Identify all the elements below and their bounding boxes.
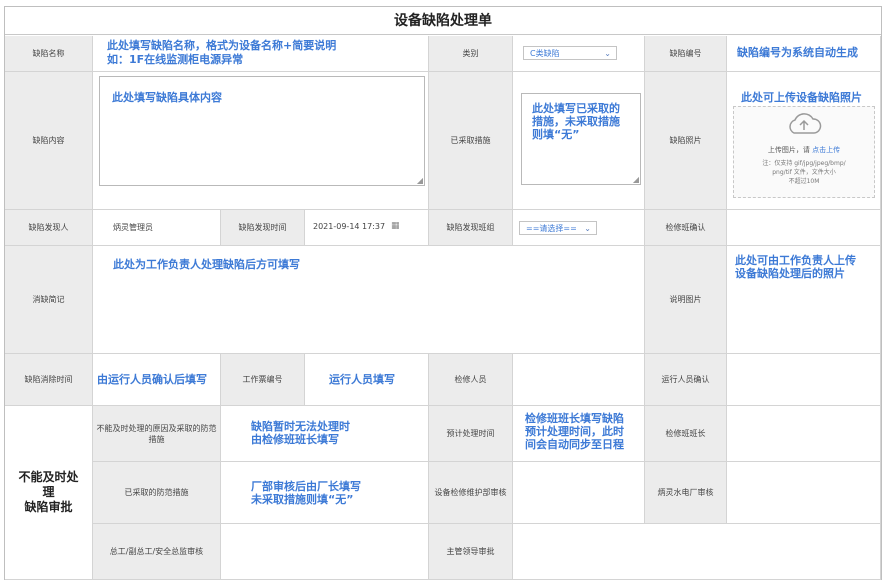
explain-photo-field[interactable]: 此处可由工作负责人上传 设备缺陷处理后的照片 [727, 246, 881, 354]
upload-note: 注：仅支持 gif/jpg/jpeg/bmp/ png/tif 文件，文件大小 … [762, 160, 846, 185]
explain-photo-label: 说明图片 [645, 246, 727, 354]
measures-hint-2: 措施，未采取措施 [532, 115, 620, 128]
chevron-down-icon: ⌄ [584, 224, 591, 233]
taken-measures-hint-1: 厂部审核后由厂长填写 [251, 480, 361, 493]
defect-content-textarea[interactable]: 此处填写缺陷具体内容 ◢ [99, 76, 425, 186]
dept-review-field[interactable] [513, 462, 645, 524]
explain-photo-hint-2: 设备缺陷处理后的照片 [735, 267, 845, 280]
reason-hint-1: 缺陷暂时无法处理时 [251, 420, 350, 433]
taken-measures-label: 已采取的防范措施 [93, 462, 221, 524]
find-team-label: 缺陷发现班组 [429, 210, 513, 246]
type-cell: C类缺陷 ⌄ [513, 36, 645, 72]
plan-time-hint-3: 间会自动同步至日程 [525, 438, 624, 451]
eliminate-time-field[interactable]: 由运行人员确认后填写 [93, 354, 221, 406]
chief-review-field[interactable] [221, 524, 429, 580]
approval-section-title: 不能及时处 理 缺陷审批 [5, 406, 93, 580]
photo-upload-area[interactable]: 上传图片，请 点击上传 注：仅支持 gif/jpg/jpeg/bmp/ png/… [733, 106, 875, 198]
eliminate-time-hint: 由运行人员确认后填写 [97, 373, 207, 386]
type-label: 类别 [429, 36, 513, 72]
plan-time-hint-2: 预计处理时间，此时 [525, 425, 624, 438]
reason-field[interactable]: 缺陷暂时无法处理时 由检修班班长填写 [221, 406, 429, 462]
upload-link[interactable]: 点击上传 [812, 146, 840, 154]
ticket-no-label: 工作票编号 [221, 354, 305, 406]
find-time-cell: 2021-09-14 17:37 ▦ [305, 210, 429, 246]
ticket-no-field[interactable]: 运行人员填写 [305, 354, 429, 406]
measures-hint-3: 则填“无” [532, 128, 580, 141]
operator-confirm-label: 运行人员确认 [645, 354, 727, 406]
reason-hint-2: 由检修班班长填写 [251, 433, 339, 446]
type-select[interactable]: C类缺陷 ⌄ [523, 46, 617, 60]
measures-cell: 此处填写已采取的 措施，未采取措施 则填“无” ◢ [513, 72, 645, 210]
operator-confirm-field[interactable] [727, 354, 881, 406]
plan-time-hint-1: 检修班班长填写缺陷 [525, 412, 624, 425]
defect-content-hint: 此处填写缺陷具体内容 [112, 91, 222, 104]
defect-code-field: 缺陷编号为系统自动生成 [727, 36, 881, 72]
team-leader-label: 检修班班长 [645, 406, 727, 462]
upload-text-row: 上传图片，请 点击上传 [767, 146, 841, 154]
supervisor-approval-field[interactable] [513, 524, 881, 580]
cloud-upload-icon [789, 113, 822, 134]
explain-photo-hint-1: 此处可由工作负责人上传 [735, 254, 856, 267]
defect-photo-cell: 此处可上传设备缺陷照片 上传图片，请 点击上传 注：仅支持 gif/jpg/jp… [727, 72, 881, 210]
defect-photo-hint: 此处可上传设备缺陷照片 [741, 91, 862, 104]
defect-name-field[interactable]: 此处填写缺陷名称，格式为设备名称+简要说明 如：1F在线监测柜电源异常 [93, 36, 429, 72]
taken-measures-hint-2: 未采取措施则填“无” [251, 493, 354, 506]
measures-label: 已采取措施 [429, 72, 513, 210]
plan-time-field[interactable]: 检修班班长填写缺陷 预计处理时间，此时 间会自动同步至日程 [513, 406, 645, 462]
repair-staff-label: 检修人员 [429, 354, 513, 406]
repair-staff-field[interactable] [513, 354, 645, 406]
defect-code-label: 缺陷编号 [645, 36, 727, 72]
record-field[interactable]: 此处为工作负责人处理缺陷后方可填写 [93, 246, 645, 354]
defect-content-label: 缺陷内容 [5, 72, 93, 210]
find-time-value[interactable]: 2021-09-14 17:37 [313, 222, 385, 231]
find-team-select[interactable]: ==请选择== ⌄ [519, 221, 597, 235]
chief-review-label: 总工/副总工/安全总监审核 [93, 524, 221, 580]
repair-confirm-label: 检修班确认 [645, 210, 727, 246]
calendar-icon[interactable]: ▦ [391, 221, 400, 231]
team-leader-field[interactable] [727, 406, 881, 462]
dept-review-label: 设备检修维护部审核 [429, 462, 513, 524]
repair-confirm-field[interactable] [727, 210, 881, 246]
defect-code-hint: 缺陷编号为系统自动生成 [737, 46, 858, 59]
resize-grip-icon[interactable]: ◢ [633, 176, 639, 184]
find-team-cell: ==请选择== ⌄ [513, 210, 645, 246]
measures-textarea[interactable]: 此处填写已采取的 措施，未采取措施 则填“无” ◢ [521, 93, 641, 185]
plan-time-label: 预计处理时间 [429, 406, 513, 462]
plant-review-field[interactable] [727, 462, 881, 524]
supervisor-approval-label: 主管领导审批 [429, 524, 513, 580]
find-time-label: 缺陷发现时间 [221, 210, 305, 246]
eliminate-time-label: 缺陷消除时间 [5, 354, 93, 406]
defect-name-hint-2: 如：1F在线监测柜电源异常 [107, 53, 244, 66]
ticket-no-hint: 运行人员填写 [329, 373, 395, 386]
defect-form: 设备缺陷处理单 缺陷名称 此处填写缺陷名称，格式为设备名称+简要说明 如：1F在… [4, 6, 882, 580]
plant-review-label: 炳灵水电厂审核 [645, 462, 727, 524]
defect-name-hint-1: 此处填写缺陷名称，格式为设备名称+简要说明 [107, 39, 337, 52]
form-title: 设备缺陷处理单 [5, 7, 881, 35]
measures-hint-1: 此处填写已采取的 [532, 102, 620, 115]
finder-label: 缺陷发现人 [5, 210, 93, 246]
resize-grip-icon[interactable]: ◢ [417, 177, 423, 185]
record-hint: 此处为工作负责人处理缺陷后方可填写 [113, 258, 300, 271]
defect-photo-label: 缺陷照片 [645, 72, 727, 210]
defect-content-cell: 此处填写缺陷具体内容 ◢ [93, 72, 429, 210]
taken-measures-field[interactable]: 厂部审核后由厂长填写 未采取措施则填“无” [221, 462, 429, 524]
chevron-down-icon: ⌄ [604, 49, 611, 58]
defect-name-label: 缺陷名称 [5, 36, 93, 72]
finder-value: 炳灵管理员 [93, 210, 221, 246]
reason-label: 不能及时处理的原因及采取的防范措施 [93, 406, 221, 462]
record-label: 消缺简记 [5, 246, 93, 354]
